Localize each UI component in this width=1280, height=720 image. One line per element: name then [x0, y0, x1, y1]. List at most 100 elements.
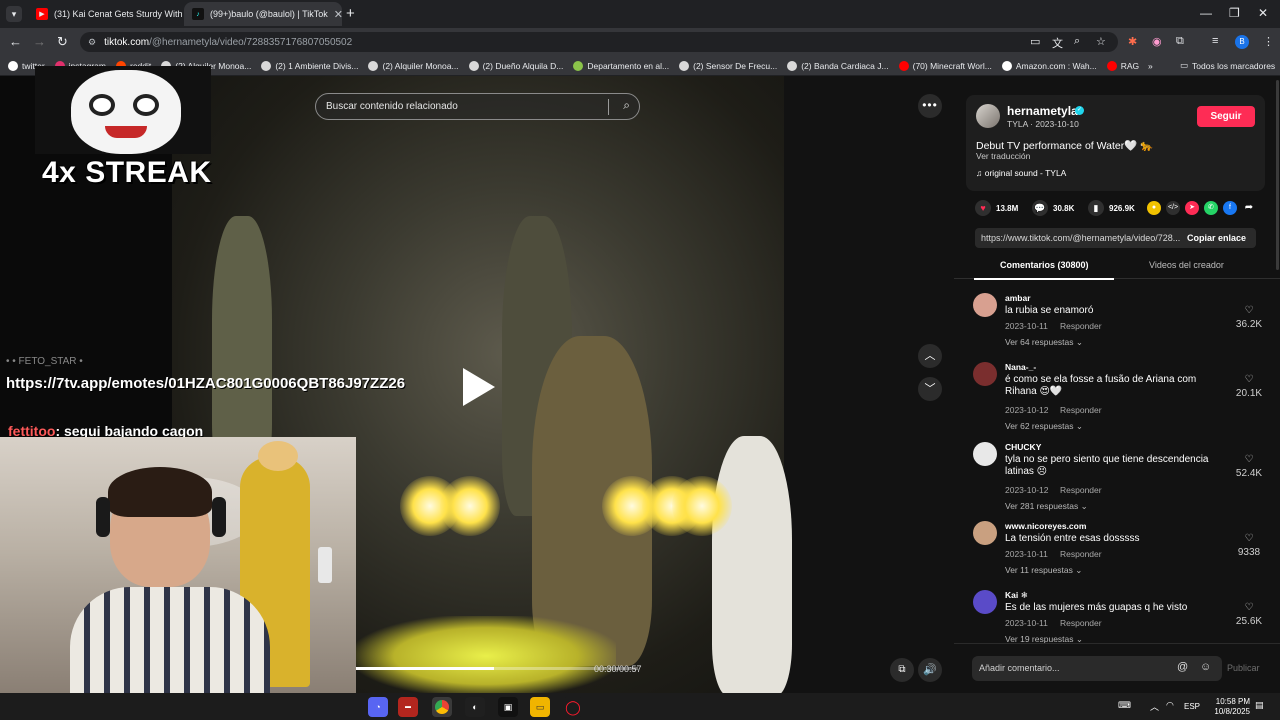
comment-avatar[interactable] [973, 590, 997, 614]
keyboard-icon[interactable]: ⌨ [1118, 700, 1131, 711]
bookmark-item[interactable]: (2) Alquiler Monoa... [368, 60, 459, 71]
tab-youtube[interactable]: ▶ (31) Kai Cenat Gets Sturdy With ✕ [28, 2, 182, 26]
comment-username[interactable]: ambar [1005, 293, 1031, 303]
coin-icon[interactable]: ● [1147, 201, 1161, 215]
zoom-icon[interactable]: ⌕ [1074, 35, 1080, 48]
tray-chevron-icon[interactable]: ︿ [1150, 700, 1159, 713]
back-icon[interactable]: ← [9, 34, 22, 49]
copy-link-button[interactable]: Copiar enlace [1187, 233, 1246, 243]
tab-search-menu-button[interactable]: ▾ [6, 6, 22, 22]
comment-username[interactable]: www.nicoreyes.com [1005, 521, 1086, 531]
bookmark-star-icon[interactable]: ☆ [1096, 35, 1106, 48]
bookmark-item[interactable]: (2) Dueño Alquila D... [468, 60, 563, 71]
reply-button[interactable]: Responder [1060, 485, 1102, 495]
new-tab-button[interactable]: + [346, 5, 355, 22]
view-replies-link[interactable]: Ver 11 respuestas ⌄ [1005, 565, 1082, 576]
panel-scrollbar[interactable] [1276, 80, 1279, 270]
picture-in-picture-icon[interactable]: ⧉ [890, 658, 914, 682]
play-icon[interactable] [463, 368, 495, 406]
site-info-icon[interactable]: ⚙ [88, 37, 96, 48]
tab-tiktok[interactable]: ♪ (99+)baulo (@baulol) | TikTok ✕ [184, 2, 342, 26]
extension-icon[interactable]: ✱ [1128, 35, 1137, 48]
all-bookmarks-folder[interactable]: ▭ Todos los marcadores [1180, 60, 1275, 71]
minimize-icon[interactable]: — [1200, 6, 1212, 20]
embed-icon[interactable]: </> [1166, 201, 1180, 215]
author-username[interactable]: hernametyla [1007, 104, 1078, 118]
tab-creator-videos[interactable]: Videos del creador [1149, 260, 1224, 270]
profile-avatar[interactable]: B [1235, 35, 1249, 49]
follow-button[interactable]: Seguir [1197, 106, 1255, 127]
comment-avatar[interactable] [973, 362, 997, 386]
comment-username[interactable]: Kai ❄ [1005, 590, 1028, 601]
bookmark-item[interactable]: (70) Minecraft Worl... [898, 60, 992, 71]
like-button[interactable]: ♥ 13.8M [975, 200, 1018, 216]
close-window-icon[interactable]: ✕ [1258, 6, 1268, 20]
save-button[interactable]: ▮ 926.9K [1088, 200, 1135, 216]
bookmark-item[interactable]: (2) Banda Cardiaca J... [787, 60, 889, 71]
comment-like-icon[interactable]: ♡ [1236, 533, 1262, 544]
author-avatar[interactable] [976, 104, 1000, 128]
browser-menu-icon[interactable]: ⋮ [1263, 35, 1274, 48]
more-options-icon[interactable]: ••• [918, 94, 942, 118]
tab-close-icon[interactable]: ✕ [334, 8, 342, 21]
share-link-text[interactable]: https://www.tiktok.com/@hernametyla/vide… [981, 233, 1180, 243]
comment-like-icon[interactable]: ♡ [1236, 305, 1262, 316]
discord-icon[interactable]: ◔ [368, 697, 388, 717]
opera-icon[interactable]: ◯ [563, 697, 583, 717]
previous-video-icon[interactable]: ︿ [918, 344, 942, 368]
see-translation-link[interactable]: Ver traducción [976, 151, 1030, 161]
comment-like-icon[interactable]: ♡ [1236, 602, 1262, 613]
send-icon[interactable]: ➤ [1185, 201, 1199, 215]
bookmark-item[interactable]: (2) Sensor De Frecu... [679, 60, 777, 71]
address-bar[interactable]: ⚙ tiktok.com/@hernametyla/video/72883571… [80, 32, 1118, 52]
obs-icon[interactable]: ◐ [465, 697, 485, 717]
bookmark-item[interactable]: (2) 1 Ambiente Divis... [261, 60, 358, 71]
reply-button[interactable]: Responder [1060, 321, 1102, 331]
cast-icon[interactable]: ▭ [1030, 35, 1040, 48]
bookmark-item[interactable]: RAG [1106, 60, 1139, 71]
notifications-icon[interactable]: ▤ [1255, 700, 1264, 711]
system-clock[interactable]: 10:58 PM 10/8/2025 [1196, 697, 1250, 717]
bookmarks-overflow-icon[interactable]: » [1148, 61, 1153, 71]
reply-button[interactable]: Responder [1060, 618, 1102, 628]
publish-button[interactable]: Publicar [1227, 663, 1260, 673]
share-arrow-icon[interactable]: ➦ [1242, 201, 1256, 215]
comment-avatar[interactable] [973, 293, 997, 317]
restore-icon[interactable]: ❐ [1229, 6, 1240, 20]
streaming-app-icon[interactable]: ▬ [398, 697, 418, 717]
chrome-icon[interactable] [432, 697, 452, 717]
wifi-icon[interactable]: ◠ [1166, 700, 1174, 711]
bookmark-item[interactable]: Amazon.com : Wah... [1001, 60, 1097, 71]
whatsapp-icon[interactable]: ✆ [1204, 201, 1218, 215]
translate-icon[interactable]: 文 [1052, 35, 1063, 51]
sound-link[interactable]: ♫ original sound - TYLA [976, 168, 1066, 178]
reply-button[interactable]: Responder [1060, 549, 1102, 559]
view-replies-link[interactable]: Ver 62 respuestas ⌄ [1005, 421, 1083, 432]
reply-button[interactable]: Responder [1060, 405, 1102, 415]
volume-icon[interactable]: 🔊 [918, 658, 942, 682]
reload-icon[interactable]: ↻ [57, 34, 68, 50]
comment-username[interactable]: CHUCKY [1005, 442, 1041, 452]
comment-button[interactable]: 💬 30.8K [1032, 200, 1074, 216]
app-icon[interactable]: ▣ [498, 697, 518, 717]
tab-comments[interactable]: Comentarios (30800) [1000, 260, 1089, 270]
bookmark-item[interactable]: Departamento en al... [573, 60, 669, 71]
comment-like-icon[interactable]: ♡ [1236, 374, 1262, 385]
view-replies-link[interactable]: Ver 281 respuestas ⌄ [1005, 501, 1088, 512]
related-search-input[interactable]: Buscar contenido relacionado ⌕ [315, 93, 640, 120]
view-replies-link[interactable]: Ver 64 respuestas ⌄ [1005, 337, 1083, 348]
mention-icon[interactable]: @ [1177, 661, 1188, 673]
comment-avatar[interactable] [973, 442, 997, 466]
comment-username[interactable]: Nana-_- [1005, 362, 1036, 372]
facebook-icon[interactable]: f [1223, 201, 1237, 215]
extension-icon[interactable]: ◉ [1152, 35, 1162, 48]
next-video-icon[interactable]: ﹀ [918, 377, 942, 401]
forward-icon[interactable]: → [33, 34, 46, 49]
extensions-puzzle-icon[interactable]: ⧉ [1176, 35, 1184, 48]
comment-avatar[interactable] [973, 521, 997, 545]
search-icon[interactable]: ⌕ [623, 98, 630, 113]
reading-list-icon[interactable]: ≡ [1212, 35, 1218, 47]
emoji-icon[interactable]: ☺ [1200, 661, 1211, 673]
comment-like-icon[interactable]: ♡ [1236, 454, 1262, 465]
file-explorer-icon[interactable]: ▭ [530, 697, 550, 717]
